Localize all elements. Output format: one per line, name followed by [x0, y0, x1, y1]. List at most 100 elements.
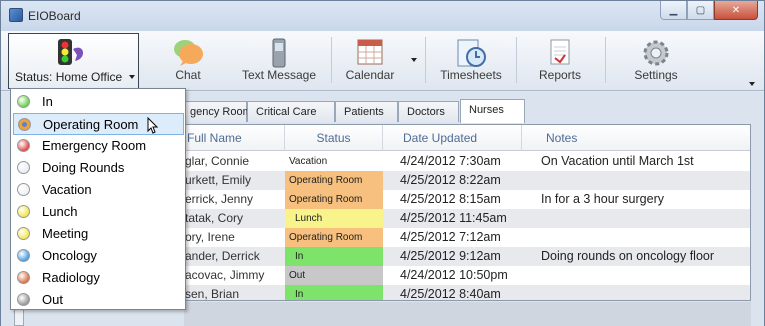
table-row[interactable]: tatak, Cory Lunch 4/25/2012 11:45am [185, 209, 750, 228]
cell-name: urkett, Emily [185, 173, 252, 187]
status-option-label: Operating Room [43, 117, 139, 132]
text-message-button[interactable]: Text Message [237, 31, 321, 89]
cell-status: Lunch [285, 209, 383, 228]
status-option-doing-rounds[interactable]: Doing Rounds [13, 157, 184, 179]
cell-notes: Doing rounds on oncology floor [541, 249, 715, 263]
table-row[interactable]: glar, Connie Vacation 4/24/2012 7:30am On V… [185, 152, 750, 171]
phone-icon [272, 38, 286, 68]
status-option-meeting[interactable]: Meeting [13, 223, 184, 245]
table-row[interactable]: urkett, Emily Operating Room 4/25/2012 8:2… [185, 171, 750, 190]
toolbar-separator [516, 37, 517, 83]
cell-date-updated: 4/25/2012 8:40am [400, 287, 501, 301]
status-option-label: Vacation [42, 182, 92, 197]
status-button[interactable]: Status: Home Office [8, 33, 139, 89]
status-option-label: Doing Rounds [42, 160, 125, 175]
title-bar: EIOBoard ▁ ▢ ✕ [1, 1, 764, 31]
cell-name: tatak, Cory [185, 211, 244, 225]
cell-name: sen, Brian [185, 287, 240, 301]
cell-notes [541, 228, 750, 247]
status-option-label: Radiology [42, 270, 100, 285]
cell-status: Operating Room [285, 190, 383, 209]
header-notes[interactable]: Notes [522, 125, 750, 151]
table-row[interactable]: ander, Derrick In 4/25/2012 9:12am Doing ro… [185, 247, 750, 266]
tab-patients[interactable]: Patients [335, 101, 398, 122]
status-option-out[interactable]: Out [13, 289, 184, 311]
tab-critical-care[interactable]: Critical Care [247, 101, 335, 122]
chat-label: Chat [175, 68, 201, 82]
status-dot-icon [17, 95, 30, 108]
cell-name: acovac, Jimmy [185, 268, 265, 282]
staff-grid: Full Name Status Date Updated Notes glar… [184, 124, 751, 301]
reports-icon [550, 39, 570, 65]
chat-button[interactable]: Chat [153, 31, 223, 89]
status-dot-icon [18, 118, 31, 131]
status-option-emergency-room[interactable]: Emergency Room [13, 135, 184, 157]
status-dot-icon [17, 183, 30, 196]
tab-doctors[interactable]: Doctors [398, 101, 459, 122]
cell-name: glar, Connie [185, 154, 250, 168]
toolbar-separator [331, 37, 332, 83]
status-option-label: In [42, 94, 53, 109]
cell-name: ory, Irene [185, 230, 235, 244]
close-button[interactable]: ✕ [714, 1, 758, 20]
status-dropdown-arrow [129, 75, 135, 79]
tab-nurses[interactable]: Nurses [460, 99, 525, 123]
header-date-updated[interactable]: Date Updated [383, 125, 522, 151]
status-dot-icon [17, 293, 30, 306]
reports-button[interactable]: Reports [527, 31, 593, 89]
cell-status: In [285, 247, 383, 266]
maximize-button[interactable]: ▢ [687, 1, 714, 20]
header-status[interactable]: Status [285, 125, 383, 151]
timesheets-label: Timesheets [440, 68, 502, 82]
cell-name: errick, Jenny [185, 192, 254, 206]
status-option-vacation[interactable]: Vacation [13, 179, 184, 201]
calendar-icon [357, 39, 383, 65]
toolbar-separator [425, 37, 426, 83]
header-full-name[interactable]: Full Name [185, 125, 285, 151]
cell-date-updated: 4/24/2012 7:30am [400, 154, 501, 168]
toolbar-overflow-arrow[interactable] [749, 82, 755, 86]
timesheets-button[interactable]: Timesheets [433, 31, 509, 89]
app-icon [9, 8, 23, 22]
table-row[interactable]: errick, Jenny Operating Room 4/25/2012 8:1… [185, 190, 750, 209]
cell-date-updated: 4/25/2012 11:45am [400, 211, 507, 225]
app-window: EIOBoard ▁ ▢ ✕ Chat Text Message Calenda… [0, 0, 765, 326]
status-option-label: Oncology [42, 248, 97, 263]
cell-status: In [285, 285, 383, 300]
settings-label: Settings [634, 68, 678, 82]
reports-label: Reports [538, 68, 582, 82]
text-message-label: Text Message [241, 68, 317, 82]
status-option-label: Lunch [42, 204, 78, 219]
calendar-dropdown-arrow[interactable] [411, 58, 417, 62]
status-option-oncology[interactable]: Oncology [13, 245, 184, 267]
table-row[interactable]: sen, Brian In 4/25/2012 8:40am [185, 285, 750, 301]
cell-status: Out [285, 266, 383, 285]
status-label: Status: Home Office [15, 70, 123, 84]
grid-header: Full Name Status Date Updated Notes [185, 125, 750, 151]
status-option-radiology[interactable]: Radiology [13, 267, 184, 289]
cell-date-updated: 4/25/2012 8:15am [400, 192, 501, 206]
timesheet-icon [457, 39, 486, 67]
cell-notes [541, 285, 750, 300]
settings-button[interactable]: Settings [621, 31, 691, 89]
table-row[interactable]: ory, Irene Operating Room 4/25/2012 7:12am [185, 228, 750, 247]
cell-notes [541, 266, 750, 285]
cell-status: Operating Room [285, 171, 383, 190]
status-option-lunch[interactable]: Lunch [13, 201, 184, 223]
table-row[interactable]: acovac, Jimmy Out 4/24/2012 10:50pm [185, 266, 750, 285]
cell-notes: On Vacation until March 1st [541, 154, 694, 168]
tab-emergency-room[interactable]: gency Room [181, 101, 252, 122]
status-option-in[interactable]: In [13, 91, 184, 113]
calendar-button[interactable]: Calendar [337, 31, 403, 89]
status-option-label: Out [42, 292, 63, 307]
cell-notes [541, 171, 750, 190]
cell-notes [541, 209, 750, 228]
cell-date-updated: 4/24/2012 10:50pm [400, 268, 508, 282]
mouse-cursor-icon [147, 117, 159, 134]
status-dot-icon [17, 205, 30, 218]
traffic-light-icon [58, 39, 84, 65]
cell-status: Vacation [289, 156, 328, 167]
cell-notes: In for a 3 hour surgery [541, 192, 664, 206]
minimize-button[interactable]: ▁ [660, 1, 687, 20]
cell-status: Operating Room [285, 228, 383, 247]
